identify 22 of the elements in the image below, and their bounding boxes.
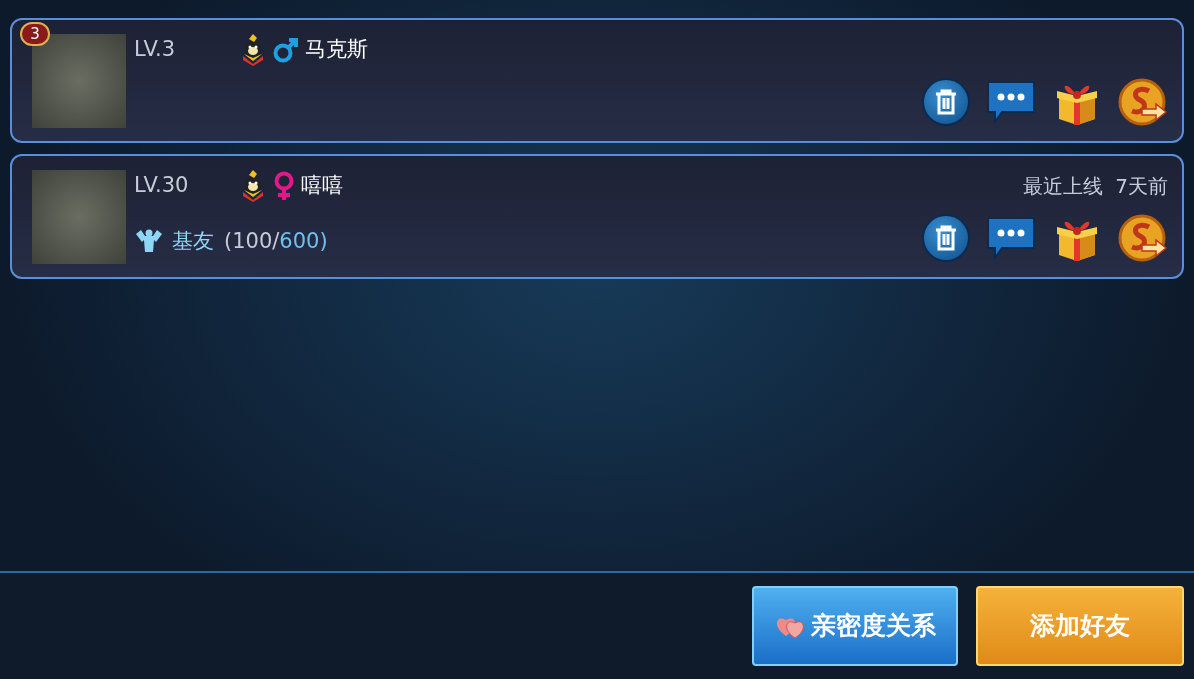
last-online-time: 7天前 <box>1115 173 1168 200</box>
relation-label: 基友 <box>172 227 214 255</box>
chat-button[interactable] <box>986 216 1036 260</box>
delete-button[interactable] <box>922 78 970 126</box>
intimacy-score: (100/600) <box>224 227 328 255</box>
player-level: LV.30 <box>134 172 190 200</box>
speech-bubble-icon <box>986 216 1036 260</box>
coin-transfer-button[interactable] <box>1118 213 1168 263</box>
delete-button[interactable] <box>922 214 970 262</box>
player-name: 马克斯 <box>305 36 368 64</box>
player-name: 嘻嘻 <box>301 172 343 200</box>
player-level: LV.3 <box>134 36 177 64</box>
trash-icon <box>934 89 958 115</box>
chat-button[interactable] <box>986 80 1036 124</box>
last-online-label: 最近上线 <box>1023 173 1104 200</box>
coin-transfer-button[interactable] <box>1118 77 1168 127</box>
trash-icon <box>934 225 958 251</box>
speech-bubble-icon <box>986 80 1036 124</box>
rank-badge: 3 <box>20 22 50 46</box>
add-friend-button[interactable]: 添加好友 <box>976 586 1184 666</box>
muscle-icon <box>134 228 164 255</box>
intimacy-button[interactable]: 亲密度关系 <box>752 586 958 666</box>
